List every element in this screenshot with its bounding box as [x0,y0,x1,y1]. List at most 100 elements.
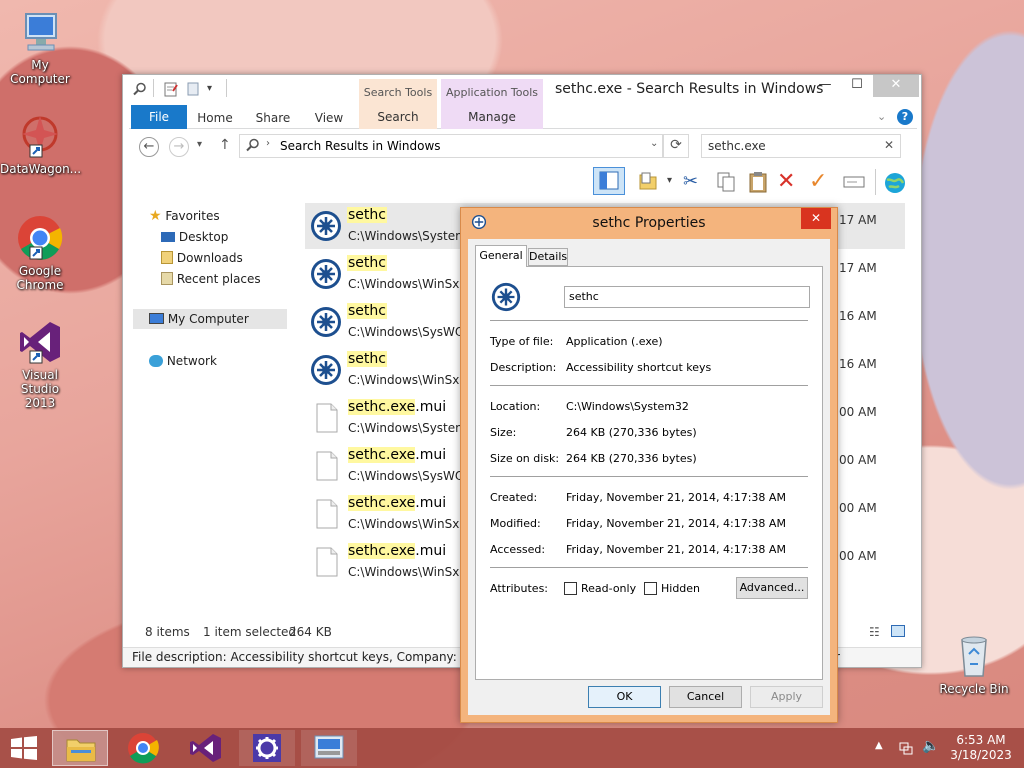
taskbar: ▲ 🔈 6:53 AM 3/18/2023 [0,728,1024,768]
maximize-button[interactable]: ☐ [841,75,873,97]
tab-search[interactable]: Search [359,105,437,129]
location-label: Location: [490,400,541,413]
file-time: :00 AM [835,453,877,467]
accessed-value: Friday, November 21, 2014, 4:17:38 AM [566,543,786,556]
nav-recent-places[interactable]: Recent places [161,269,261,289]
minimize-button[interactable]: — [809,75,841,97]
globe-icon[interactable] [883,171,907,198]
nav-downloads[interactable]: Downloads [161,248,243,268]
desktop-folder-icon [161,232,175,242]
taskbar-explorer-button[interactable] [52,730,108,766]
cancel-button[interactable]: Cancel [669,686,742,708]
nav-desktop[interactable]: Desktop [161,227,228,247]
desktop-icon-label: My Computer [10,58,70,86]
file-name: sethc.exe [348,447,416,463]
close-button[interactable]: ✕ [873,75,919,97]
navigation-pane: ★ Favorites Desktop Downloads Recent pla… [129,201,289,621]
clock[interactable]: 6:53 AM 3/18/2023 [946,733,1016,763]
address-dropdown-icon[interactable]: ⌄ [650,138,658,149]
taskbar-settings-button[interactable] [239,730,295,766]
windows-start-icon[interactable] [10,736,38,763]
large-icons-view-icon[interactable] [891,625,905,637]
tab-details[interactable]: Details [528,248,568,266]
read-only-checkbox[interactable] [564,582,577,595]
tab-home[interactable]: Home [189,108,241,128]
desktop-icon-datawagon[interactable]: DataWagon... [0,112,81,176]
explorer-titlebar[interactable]: ▾ Search Tools Application Tools sethc.e… [123,75,921,105]
general-tab-panel: sethc Type of file: Application (.exe) D… [475,266,823,680]
search-input[interactable]: sethc.exe ✕ [701,134,901,158]
desktop-icon-visual-studio[interactable]: Visual Studio 2013 [0,318,80,410]
network-tray-icon[interactable] [898,740,914,759]
dialog-close-button[interactable]: ✕ [801,208,831,229]
desktop-icon-my-computer[interactable]: My Computer [0,8,80,86]
tab-manage[interactable]: Manage [441,105,543,129]
recent-places-icon [161,272,173,285]
taskbar-chrome-button[interactable] [115,730,171,766]
created-value: Friday, November 21, 2014, 4:17:38 AM [566,491,786,504]
hidden-label: Hidden [661,582,701,595]
refresh-button[interactable]: ⟳ [663,134,689,158]
new-folder-qat-icon[interactable] [185,81,201,100]
search-icon [133,82,147,99]
address-bar[interactable]: › Search Results in Windows ⌄ [239,134,663,158]
tab-view[interactable]: View [303,108,355,128]
chrome-icon [16,214,64,262]
application-tools-header: Application Tools [441,79,543,105]
folder-options-icon[interactable] [637,171,659,196]
file-time: :17 AM [835,213,877,227]
tab-file[interactable]: File [131,105,187,129]
description-value: Accessibility shortcut keys [566,361,712,374]
show-hidden-icons-icon[interactable]: ▲ [875,740,883,751]
copy-icon[interactable] [715,171,737,196]
nav-network[interactable]: Network [149,351,217,371]
attributes-label: Attributes: [490,582,549,595]
apply-button[interactable]: Apply [750,686,823,708]
file-description: File description: Accessibility shortcut… [132,650,507,664]
file-extension: .mui [415,495,447,511]
file-name-field[interactable]: sethc [564,286,810,308]
check-icon[interactable]: ✓ [809,169,827,194]
taskbar-visual-studio-button[interactable] [177,730,233,766]
qat-dropdown-icon[interactable]: ▾ [207,83,212,94]
recent-locations-icon[interactable]: ▾ [197,139,202,150]
rename-icon[interactable] [843,173,865,194]
search-input-value: sethc.exe [708,139,766,153]
properties-qat-icon[interactable] [163,81,179,100]
forward-button[interactable]: → [169,137,189,157]
taskbar-keyboard-button[interactable] [301,730,357,766]
created-label: Created: [490,491,538,504]
file-path: C:\Windows\WinSxS\ [348,565,466,579]
file-time: :00 AM [835,549,877,563]
computer-icon [149,313,164,324]
back-button[interactable]: ← [139,137,159,157]
volume-icon[interactable]: 🔈 [922,738,939,754]
chevron-down-icon[interactable]: ▾ [667,175,672,186]
preview-pane-button[interactable] [593,167,625,195]
ribbon-expand-icon[interactable]: ⌄ [877,110,886,123]
file-name: sethc [347,303,387,319]
tab-share[interactable]: Share [247,108,299,128]
application-icon [309,257,343,291]
up-button[interactable]: ↑ [219,137,231,153]
clear-search-icon[interactable]: ✕ [884,138,894,152]
hidden-checkbox[interactable] [644,582,657,595]
details-view-icon[interactable]: ☷ [869,625,880,639]
star-icon: ★ [149,208,162,224]
ok-button[interactable]: OK [588,686,661,708]
nav-favorites[interactable]: ★ Favorites [149,206,220,226]
file-name: sethc [347,255,387,271]
advanced-button[interactable]: Advanced... [736,577,808,599]
desktop-icon-recycle-bin[interactable]: Recycle Bin [934,632,1014,696]
clock-time: 6:53 AM [956,733,1006,747]
tab-general[interactable]: General [475,245,527,267]
nav-my-computer[interactable]: My Computer [133,309,287,329]
help-icon[interactable]: ? [897,109,913,125]
cut-icon[interactable]: ✂ [683,171,698,192]
paste-icon[interactable] [747,171,769,196]
desktop-icon-chrome[interactable]: Google Chrome [0,214,80,292]
file-path: C:\Windows\WinSxS\ [348,373,466,387]
application-icon [309,305,343,339]
delete-icon[interactable]: ✕ [777,169,795,194]
dialog-titlebar[interactable]: sethc Properties ✕ [461,208,837,238]
